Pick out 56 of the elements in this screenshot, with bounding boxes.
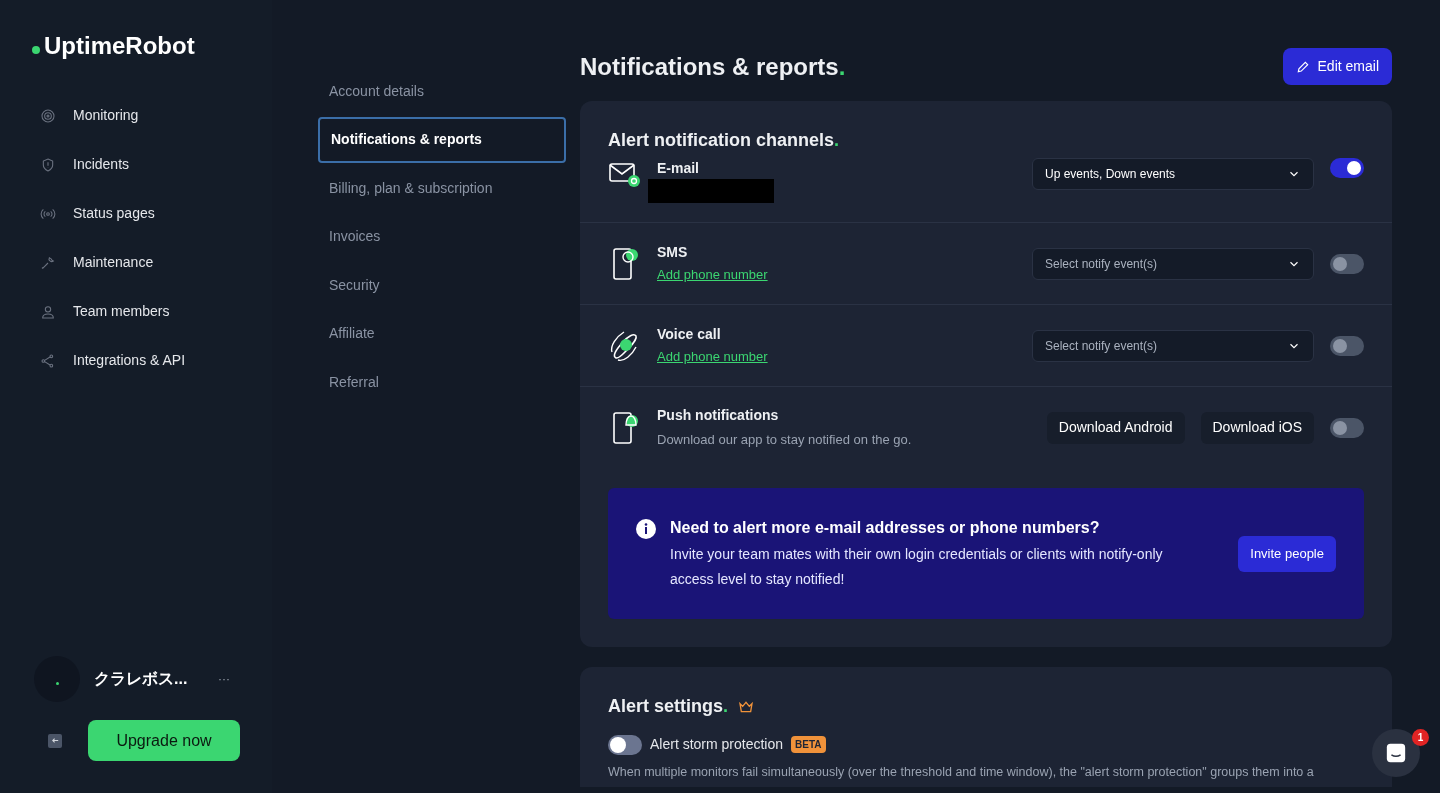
event-select[interactable]: Select notify event(s) (1032, 247, 1314, 280)
sidebar-item[interactable]: Incidents (32, 147, 240, 182)
add-phone-link[interactable]: Add phone number (657, 347, 768, 367)
sidebar-item[interactable]: Team members (32, 294, 240, 329)
avatar-icon (34, 656, 80, 702)
more-button[interactable]: ··· (218, 670, 230, 688)
upgrade-button[interactable]: Upgrade now (88, 720, 240, 761)
brand-logo[interactable]: UptimeRobot (44, 28, 195, 64)
toggle-switch[interactable] (608, 734, 642, 755)
settings-nav-item[interactable]: Security (318, 262, 566, 309)
settings-nav-item[interactable]: Referral (318, 359, 566, 406)
invite-people-button[interactable]: Invite people (1238, 535, 1336, 572)
section-title: Alert settings. (608, 695, 729, 718)
settings-nav-item[interactable]: Notifications & reports (318, 116, 566, 163)
settings-nav-item[interactable]: Account details (318, 68, 566, 115)
chat-icon (1385, 742, 1407, 764)
section-title: Alert notification channels. (607, 129, 841, 152)
channel-description: Download our app to stay notified on the go. (657, 431, 913, 450)
event-select[interactable]: Select notify event(s) (1032, 329, 1314, 362)
channel-title: E-mail (657, 159, 700, 178)
sidebar-item[interactable]: Maintenance (32, 245, 240, 280)
event-select[interactable]: Up events, Down events (1032, 158, 1314, 190)
channel-title: Push notifications (657, 406, 780, 426)
beta-badge: BETA (791, 736, 826, 753)
notification-badge: 1 (1412, 729, 1429, 746)
page-title: Notifications & reports. (580, 51, 846, 82)
setting-description: When multiple monitors fail simultaneously (over the threshold and time window), the "alert storm protection" groups them into a (608, 764, 1314, 781)
settings-nav-item[interactable]: Invoices (318, 213, 566, 260)
user-icon (40, 303, 56, 320)
toggle-switch[interactable] (1330, 417, 1364, 438)
user-name: クラレボス... (94, 669, 189, 689)
settings-nav-item[interactable]: Affiliate (318, 310, 566, 357)
banner-text: Invite your team mates with their own login credentials or clients with notify-only access level to stay notified! (670, 544, 1164, 589)
add-phone-link[interactable]: Add phone number (657, 265, 768, 285)
sidebar-item[interactable]: Integrations & API (32, 343, 240, 378)
channel-title: Voice call (657, 325, 722, 345)
shield-icon (40, 156, 56, 173)
download-button[interactable]: Download Android (1046, 411, 1185, 444)
wrench-icon (40, 254, 56, 271)
share-icon (40, 352, 56, 369)
sidebar-item[interactable]: Monitoring (32, 98, 240, 133)
edit-email-button[interactable]: Edit email (1282, 48, 1392, 85)
toggle-switch[interactable] (1330, 253, 1364, 274)
download-button[interactable]: Download iOS (1200, 411, 1314, 444)
collapse-button[interactable] (48, 733, 62, 748)
info-icon (636, 519, 656, 539)
setting-label: Alert storm protection (650, 735, 784, 754)
settings-nav-item[interactable]: Billing, plan & subscription (318, 165, 566, 212)
pencil-icon (1295, 59, 1310, 74)
target-icon (40, 107, 56, 124)
toggle-switch[interactable] (1330, 335, 1364, 356)
sidebar-item[interactable]: Status pages (32, 196, 240, 231)
channel-title: SMS (657, 243, 689, 263)
arrow-left-icon (50, 736, 60, 745)
banner-title: Need to alert more e-mail addresses or phone numbers? (670, 517, 1101, 538)
toggle-switch[interactable] (1330, 158, 1364, 178)
